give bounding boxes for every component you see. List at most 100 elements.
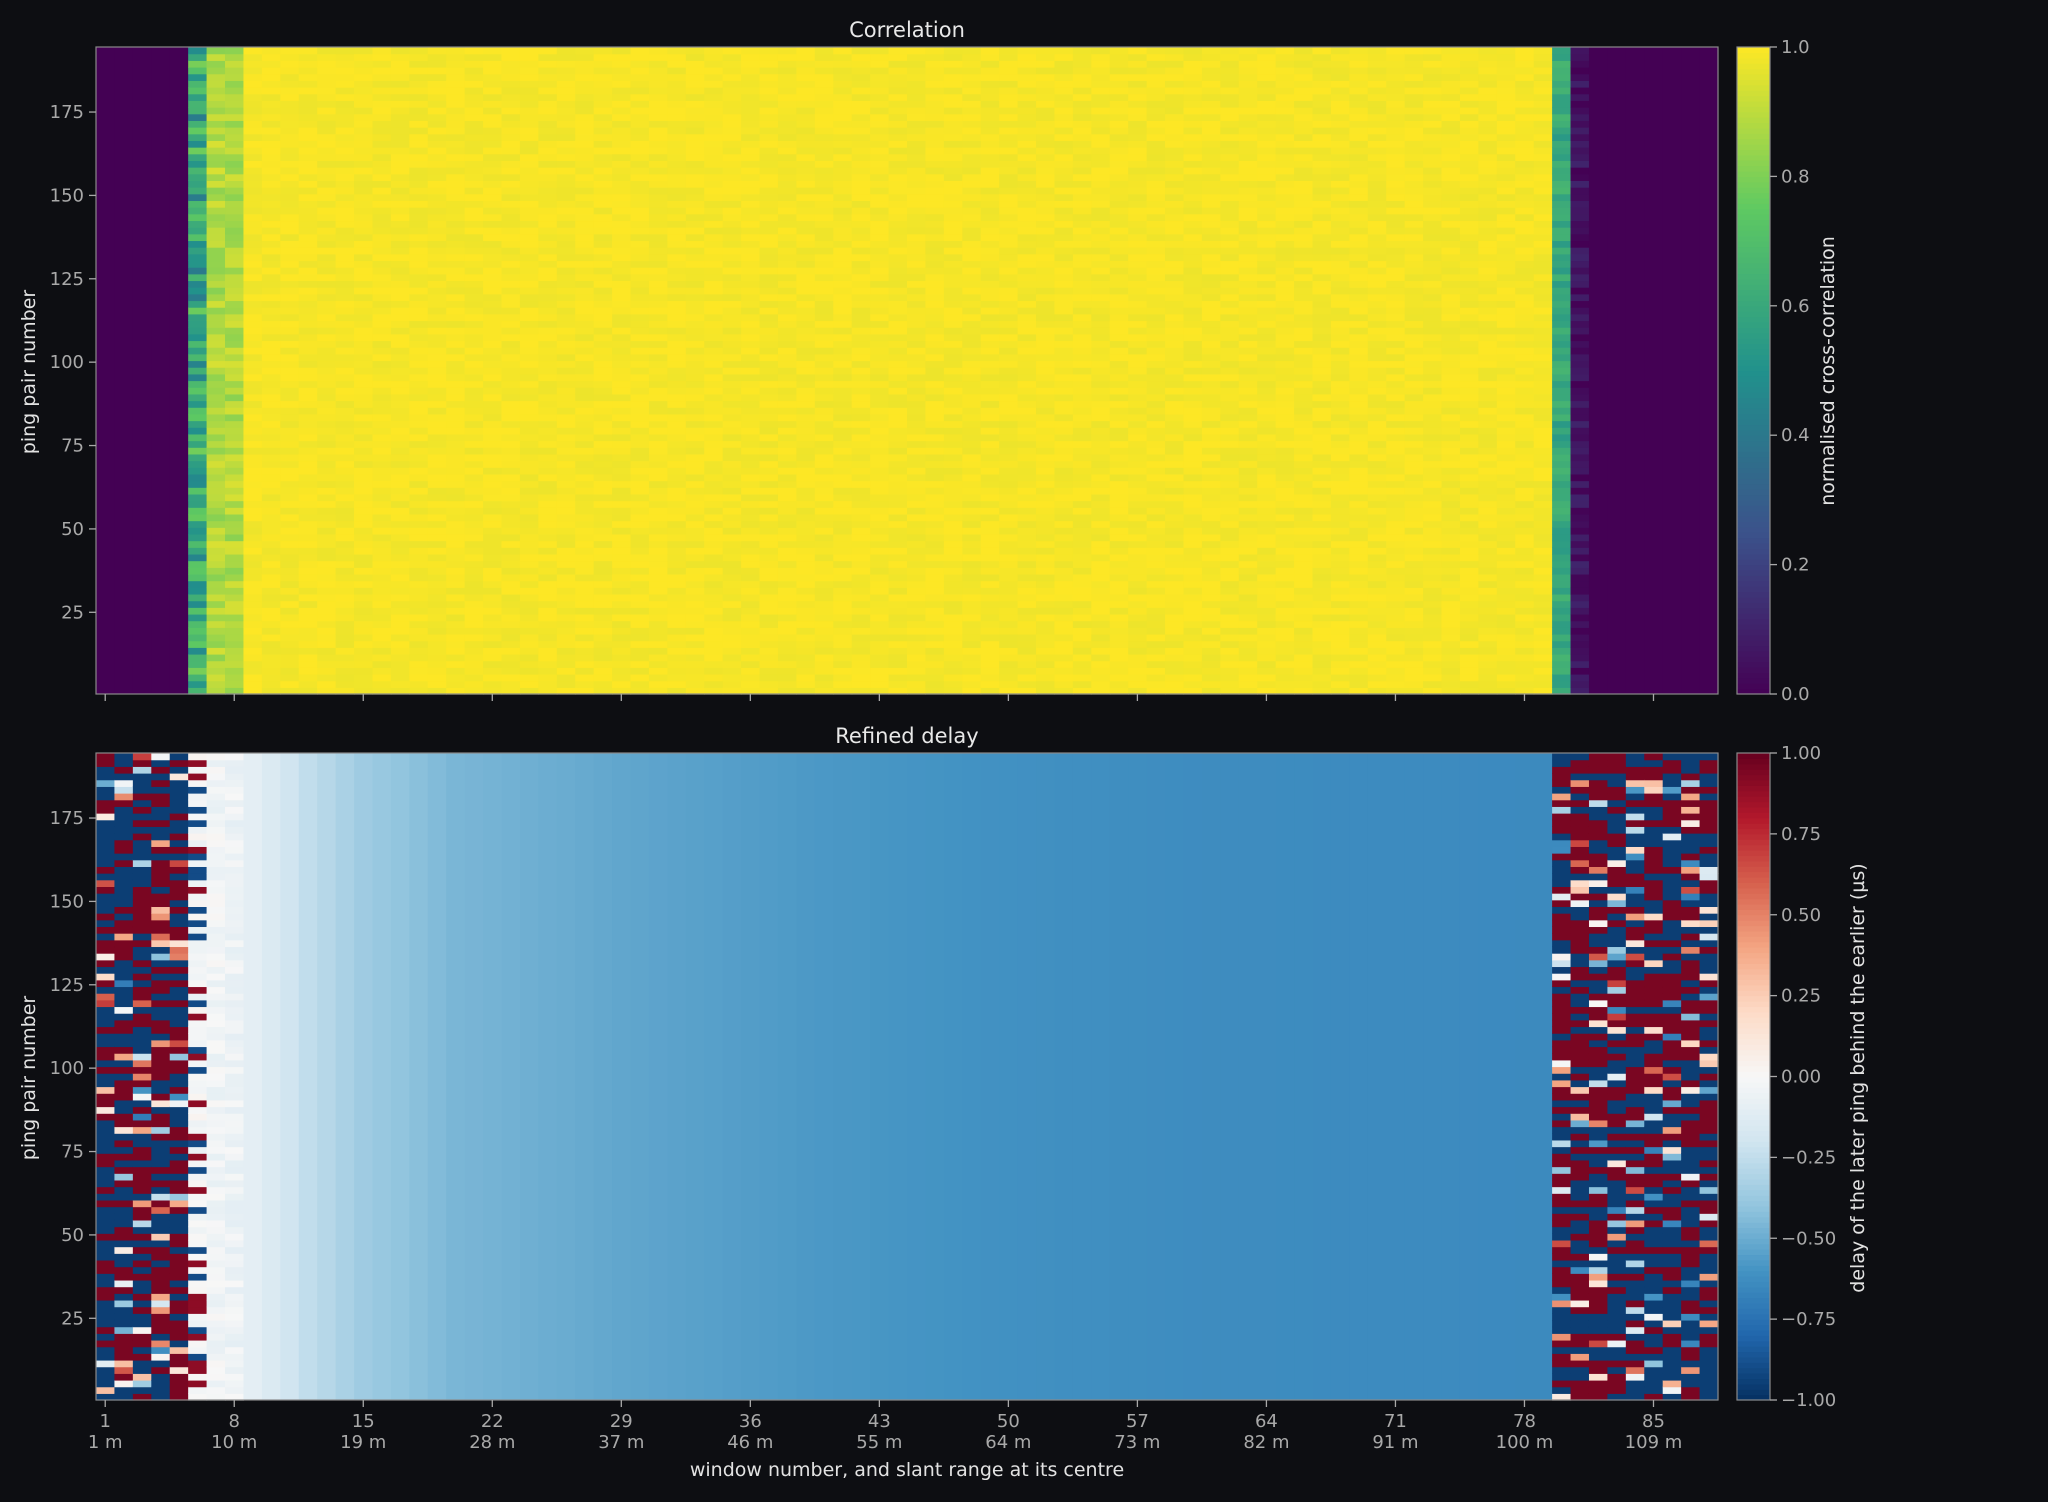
heatmap-cell — [1036, 367, 1056, 375]
heatmap-cell — [925, 327, 945, 335]
heatmap-cell — [1091, 487, 1111, 495]
heatmap-cell — [390, 73, 410, 81]
heatmap-cell — [1072, 407, 1092, 415]
heatmap-cell — [777, 533, 798, 542]
heatmap-cell — [593, 380, 613, 388]
heatmap-cell — [519, 527, 539, 535]
heatmap-cell — [483, 207, 503, 215]
heatmap-cell — [556, 60, 576, 68]
heatmap-cell — [261, 600, 281, 608]
heatmap-cell — [280, 500, 300, 508]
heatmap-cell — [612, 113, 632, 121]
heatmap-cell — [298, 513, 318, 522]
heatmap-cell — [575, 253, 595, 262]
heatmap-cell — [593, 193, 613, 202]
heatmap-cell — [1109, 667, 1129, 675]
heatmap-cell — [943, 407, 963, 415]
heatmap-cell — [704, 513, 724, 522]
heatmap-cell — [575, 613, 595, 622]
heatmap-cell — [243, 347, 263, 355]
heatmap-cell — [962, 387, 982, 395]
heatmap-cell — [575, 607, 595, 615]
heatmap-cell — [409, 120, 429, 128]
heatmap-cell — [907, 360, 927, 368]
heatmap-cell — [667, 533, 687, 542]
heatmap-cell — [888, 487, 908, 495]
heatmap-cell — [612, 347, 632, 355]
heatmap-cell — [354, 587, 374, 595]
heatmap-cell — [1017, 233, 1037, 242]
heatmap-cell — [980, 153, 1000, 161]
heatmap-cell — [943, 447, 963, 455]
heatmap-cell — [612, 633, 632, 642]
heatmap-cell — [630, 420, 650, 428]
heatmap-cell — [796, 380, 816, 388]
heatmap-cell — [1054, 267, 1074, 275]
heatmap-cell — [1017, 187, 1037, 195]
heatmap-cell — [464, 307, 484, 315]
heatmap-cell — [759, 213, 779, 222]
heatmap-cell — [409, 587, 429, 595]
heatmap-cell — [206, 427, 226, 435]
heatmap-cell — [206, 447, 226, 455]
heatmap-cell — [722, 447, 742, 455]
heatmap-cell — [225, 73, 245, 81]
heatmap-cell — [796, 173, 816, 181]
heatmap-cell — [335, 327, 355, 335]
heatmap-cell — [593, 553, 613, 562]
heatmap-cell — [1109, 640, 1129, 648]
heatmap-cell — [243, 127, 263, 135]
heatmap-cell — [999, 93, 1019, 101]
heatmap-cell — [704, 627, 724, 635]
heatmap-cell — [483, 587, 503, 595]
heatmap-cell — [446, 233, 466, 242]
heatmap-cell — [980, 680, 1000, 688]
heatmap-cell — [390, 93, 410, 101]
heatmap-cell — [759, 293, 779, 302]
heatmap-cell — [593, 167, 613, 175]
heatmap-cell — [907, 240, 927, 248]
heatmap-cell — [206, 107, 226, 115]
heatmap-cell — [501, 667, 521, 675]
heatmap-cell — [446, 53, 466, 61]
heatmap-cell — [870, 207, 890, 215]
heatmap-cell — [538, 420, 558, 428]
heatmap-cell — [1109, 240, 1129, 248]
heatmap-cell — [335, 533, 355, 542]
heatmap-cell — [759, 47, 779, 55]
heatmap-cell — [943, 620, 963, 628]
heatmap-cell — [1072, 513, 1092, 522]
heatmap-cell — [630, 567, 650, 575]
heatmap-cell — [1072, 180, 1092, 188]
heatmap-cell — [483, 87, 503, 95]
heatmap-cell — [943, 80, 963, 88]
heatmap-cell — [538, 653, 558, 662]
heatmap-cell — [648, 73, 668, 81]
heatmap-cell — [1017, 193, 1037, 202]
heatmap-cell — [777, 640, 798, 648]
heatmap-cell — [188, 413, 208, 422]
heatmap-cell — [519, 307, 539, 315]
heatmap-cell — [372, 87, 392, 95]
heatmap-cell — [538, 633, 558, 642]
heatmap-cell — [390, 500, 410, 508]
heatmap-cell — [427, 600, 447, 608]
heatmap-cell — [261, 320, 281, 328]
heatmap-cell — [741, 500, 761, 508]
heatmap-cell — [814, 380, 834, 388]
heatmap-cell — [1072, 153, 1092, 161]
heatmap-cell — [759, 440, 779, 448]
heatmap-cell — [1091, 367, 1111, 375]
heatmap-cell — [225, 673, 245, 682]
heatmap-cell — [1128, 640, 1148, 648]
heatmap-cell — [1109, 400, 1129, 408]
heatmap-cell — [427, 660, 447, 668]
heatmap-cell — [980, 300, 1000, 308]
heatmap-cell — [575, 600, 595, 608]
heatmap-cell — [1109, 133, 1129, 141]
heatmap-cell — [741, 660, 761, 668]
heatmap-cell — [261, 520, 281, 528]
heatmap-cell — [409, 547, 429, 555]
heatmap-cell — [335, 567, 355, 575]
heatmap-cell — [390, 293, 410, 302]
